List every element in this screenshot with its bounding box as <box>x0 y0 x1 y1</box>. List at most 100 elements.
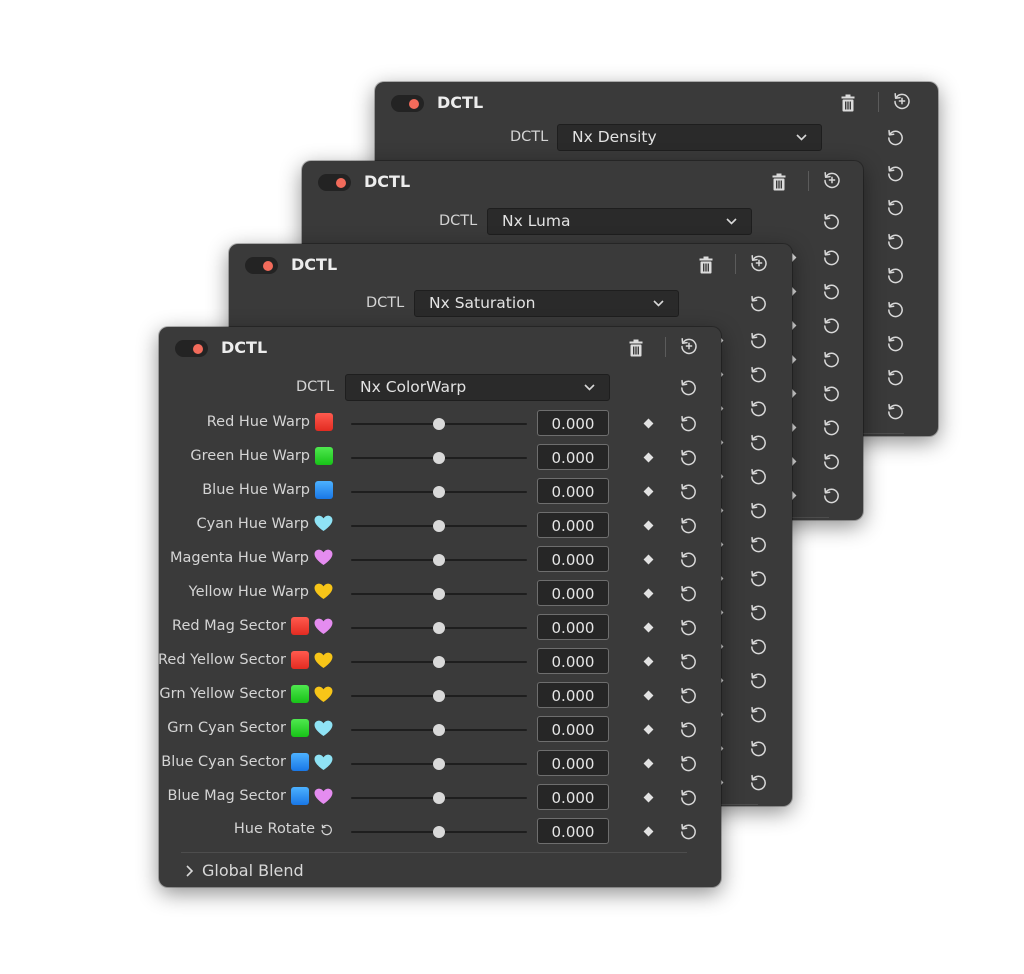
param-slider[interactable] <box>351 520 527 532</box>
reset-icon[interactable] <box>749 603 768 622</box>
reset-icon[interactable] <box>822 350 841 369</box>
enable-toggle[interactable] <box>245 257 278 274</box>
global-blend-toggle[interactable]: Global Blend <box>185 861 304 880</box>
reset-icon[interactable] <box>822 452 841 471</box>
reset-icon[interactable] <box>679 482 698 501</box>
keyframe-diamond-icon[interactable] <box>643 656 654 667</box>
reset-icon[interactable] <box>886 232 905 251</box>
slider-knob[interactable] <box>433 656 445 668</box>
slider-knob[interactable] <box>433 792 445 804</box>
reset-icon[interactable] <box>749 637 768 656</box>
reset-icon[interactable] <box>679 788 698 807</box>
reset-icon[interactable] <box>886 164 905 183</box>
slider-knob[interactable] <box>433 826 445 838</box>
param-value-field[interactable]: 0.000 <box>537 614 609 640</box>
param-value-field[interactable]: 0.000 <box>537 750 609 776</box>
param-value-field[interactable]: 0.000 <box>537 818 609 844</box>
add-reset-icon[interactable] <box>679 336 699 356</box>
param-slider[interactable] <box>351 758 527 770</box>
enable-toggle[interactable] <box>318 174 351 191</box>
reset-icon[interactable] <box>749 365 768 384</box>
trash-icon[interactable] <box>841 94 855 112</box>
reset-icon[interactable] <box>679 584 698 603</box>
trash-icon[interactable] <box>699 256 713 274</box>
add-reset-icon[interactable] <box>892 91 912 111</box>
slider-knob[interactable] <box>433 724 445 736</box>
keyframe-diamond-icon[interactable] <box>643 554 654 565</box>
param-slider[interactable] <box>351 554 527 566</box>
param-value-field[interactable]: 0.000 <box>537 784 609 810</box>
keyframe-diamond-icon[interactable] <box>643 588 654 599</box>
reset-icon[interactable] <box>679 448 698 467</box>
param-slider[interactable] <box>351 622 527 634</box>
reset-icon[interactable] <box>886 334 905 353</box>
reset-icon[interactable] <box>749 739 768 758</box>
slider-knob[interactable] <box>433 622 445 634</box>
slider-knob[interactable] <box>433 452 445 464</box>
reset-icon[interactable] <box>822 212 841 231</box>
reset-icon[interactable] <box>679 618 698 637</box>
param-slider[interactable] <box>351 826 527 838</box>
keyframe-diamond-icon[interactable] <box>643 690 654 701</box>
slider-knob[interactable] <box>433 758 445 770</box>
keyframe-diamond-icon[interactable] <box>643 418 654 429</box>
reset-icon[interactable] <box>886 198 905 217</box>
add-reset-icon[interactable] <box>822 170 842 190</box>
slider-knob[interactable] <box>433 690 445 702</box>
reset-icon[interactable] <box>749 705 768 724</box>
reset-icon[interactable] <box>679 516 698 535</box>
param-value-field[interactable]: 0.000 <box>537 478 609 504</box>
reset-icon[interactable] <box>822 418 841 437</box>
param-slider[interactable] <box>351 792 527 804</box>
reset-icon[interactable] <box>822 248 841 267</box>
reset-icon[interactable] <box>679 378 698 397</box>
enable-toggle[interactable] <box>175 340 208 357</box>
reset-icon[interactable] <box>822 384 841 403</box>
reset-icon[interactable] <box>679 414 698 433</box>
param-value-field[interactable]: 0.000 <box>537 580 609 606</box>
dctl-select[interactable]: Nx Density <box>557 124 822 151</box>
keyframe-diamond-icon[interactable] <box>643 520 654 531</box>
param-value-field[interactable]: 0.000 <box>537 716 609 742</box>
reset-icon[interactable] <box>679 686 698 705</box>
reset-icon[interactable] <box>749 294 768 313</box>
keyframe-diamond-icon[interactable] <box>643 452 654 463</box>
reset-icon[interactable] <box>886 402 905 421</box>
param-slider[interactable] <box>351 724 527 736</box>
keyframe-diamond-icon[interactable] <box>643 486 654 497</box>
reset-icon[interactable] <box>749 569 768 588</box>
reset-icon[interactable] <box>679 550 698 569</box>
dctl-select[interactable]: Nx Saturation <box>414 290 679 317</box>
param-slider[interactable] <box>351 418 527 430</box>
param-value-field[interactable]: 0.000 <box>537 648 609 674</box>
add-reset-icon[interactable] <box>749 253 769 273</box>
reset-icon[interactable] <box>886 368 905 387</box>
reset-icon[interactable] <box>749 467 768 486</box>
param-value-field[interactable]: 0.000 <box>537 444 609 470</box>
reset-icon[interactable] <box>822 486 841 505</box>
keyframe-diamond-icon[interactable] <box>643 826 654 837</box>
reset-icon[interactable] <box>886 300 905 319</box>
slider-knob[interactable] <box>433 486 445 498</box>
slider-knob[interactable] <box>433 520 445 532</box>
reset-icon[interactable] <box>749 671 768 690</box>
slider-knob[interactable] <box>433 554 445 566</box>
dctl-select[interactable]: Nx ColorWarp <box>345 374 610 401</box>
keyframe-diamond-icon[interactable] <box>643 622 654 633</box>
reset-icon[interactable] <box>822 316 841 335</box>
slider-knob[interactable] <box>433 588 445 600</box>
reset-icon[interactable] <box>749 535 768 554</box>
param-slider[interactable] <box>351 486 527 498</box>
trash-icon[interactable] <box>629 339 643 357</box>
enable-toggle[interactable] <box>391 95 424 112</box>
param-slider[interactable] <box>351 588 527 600</box>
reset-icon[interactable] <box>679 652 698 671</box>
reset-icon[interactable] <box>749 399 768 418</box>
param-slider[interactable] <box>351 690 527 702</box>
reset-icon[interactable] <box>679 720 698 739</box>
param-value-field[interactable]: 0.000 <box>537 512 609 538</box>
dctl-select[interactable]: Nx Luma <box>487 208 752 235</box>
reset-icon[interactable] <box>679 754 698 773</box>
reset-icon[interactable] <box>886 266 905 285</box>
slider-knob[interactable] <box>433 418 445 430</box>
